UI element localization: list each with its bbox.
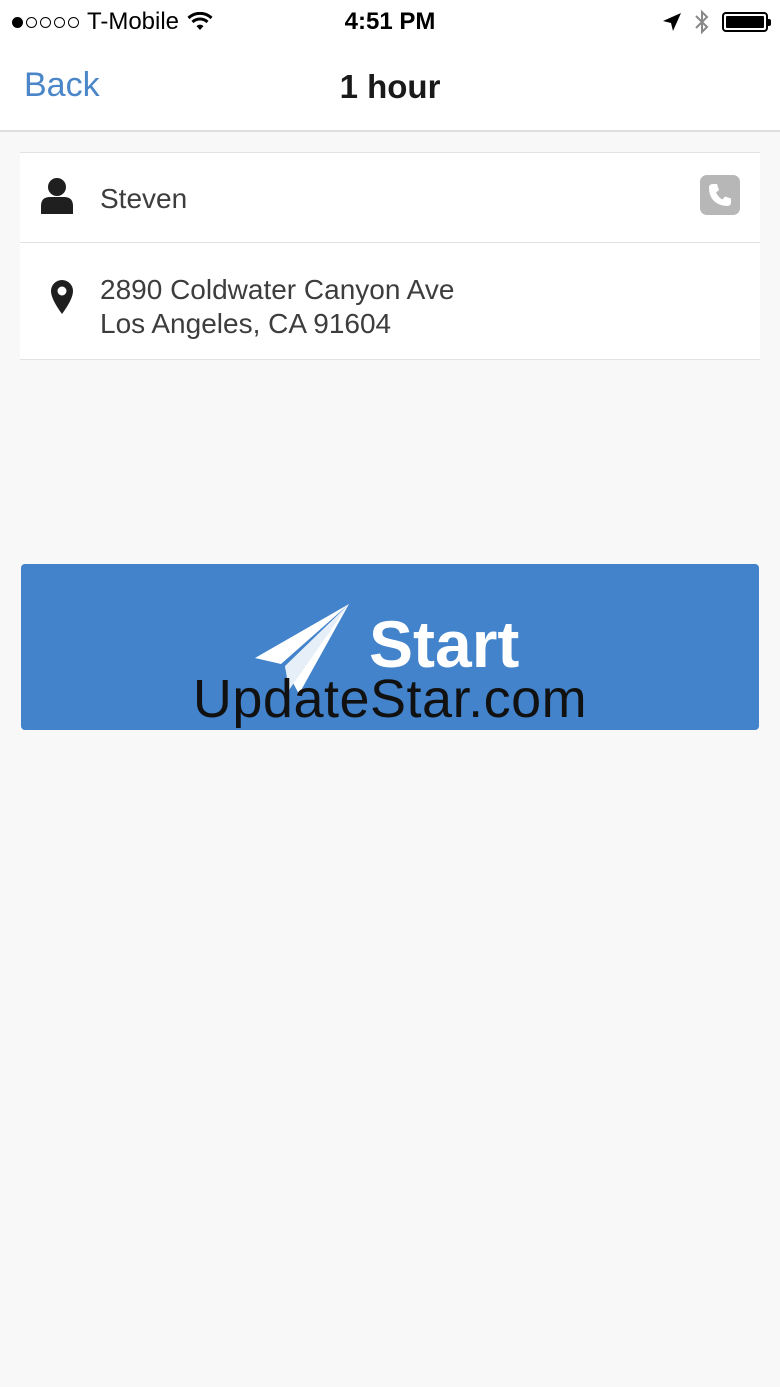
battery-level (726, 16, 764, 28)
location-arrow-icon (663, 13, 681, 31)
contact-name: Steven (100, 183, 188, 214)
status-right (662, 8, 771, 36)
address-text: 2890 Coldwater Canyon Ave Los Angeles, C… (100, 273, 454, 341)
phone-icon (709, 184, 731, 206)
watermark-text: UpdateStar.com (192, 669, 588, 729)
page-title: 1 hour (339, 68, 441, 105)
person-icon (41, 178, 73, 214)
address-line1: 2890 Coldwater Canyon Ave (100, 274, 455, 305)
bluetooth-icon (695, 9, 709, 35)
address-row: 2890 Coldwater Canyon Ave Los Angeles, C… (20, 242, 760, 360)
contact-row: Steven (20, 152, 760, 243)
call-button[interactable] (700, 175, 740, 215)
start-button[interactable]: Start UpdateStar.com (21, 564, 759, 730)
map-pin-icon (51, 280, 73, 314)
status-bar: T-Mobile 4:51 PM (0, 0, 780, 44)
address-line2: Los Angeles, CA 91604 (100, 308, 392, 339)
navigation-bar: Back 1 hour (0, 44, 780, 132)
battery-icon (722, 12, 771, 32)
